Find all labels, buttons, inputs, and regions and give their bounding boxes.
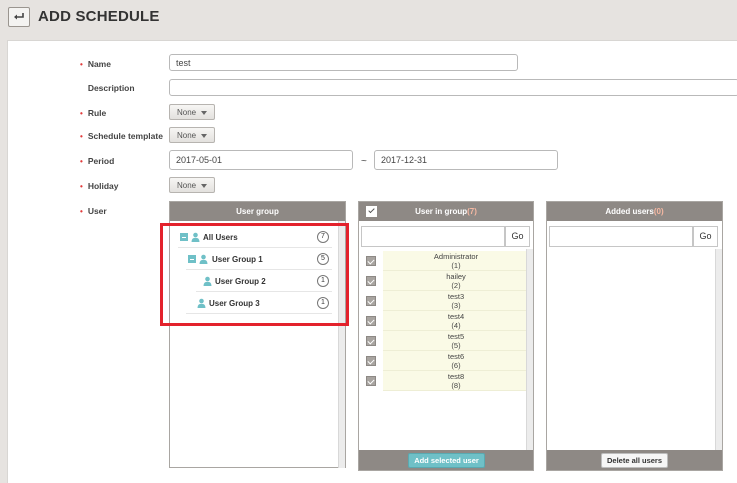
user-checkbox[interactable] xyxy=(366,376,376,386)
schedule-template-label: • Schedule template xyxy=(80,131,163,141)
scrollbar[interactable] xyxy=(715,249,722,451)
added-users-panel: Added users(0) Go Delete all users xyxy=(546,201,723,471)
user-row[interactable]: test3 (3) xyxy=(359,291,529,311)
highlight-box xyxy=(160,223,349,326)
rule-label: • Rule xyxy=(80,108,107,118)
delete-all-users-button[interactable]: Delete all users xyxy=(601,453,668,468)
user-checkbox[interactable] xyxy=(366,316,376,326)
user-id: (2) xyxy=(451,281,461,290)
period-end-input[interactable] xyxy=(374,150,558,170)
chevron-down-icon xyxy=(201,184,207,188)
users-in-group-header: User in group(7) xyxy=(359,202,533,221)
user-cell: test3 (3) xyxy=(383,291,529,311)
user-cell: hailey (2) xyxy=(383,271,529,291)
user-group-header: User group xyxy=(170,202,345,221)
user-name: test4 xyxy=(447,312,465,321)
user-name: Administrator xyxy=(433,252,479,261)
added-users-footer: Delete all users xyxy=(547,450,722,470)
user-id: (3) xyxy=(451,301,461,310)
check-icon xyxy=(368,206,375,214)
user-row[interactable]: Administrator (1) xyxy=(359,251,529,271)
user-id: (5) xyxy=(451,341,461,350)
rule-select[interactable]: None xyxy=(169,104,215,120)
user-id: (6) xyxy=(451,361,461,370)
added-users-count: (0) xyxy=(653,207,664,216)
chevron-down-icon xyxy=(201,111,207,115)
user-cell: Administrator (1) xyxy=(383,251,529,271)
period-label: • Period xyxy=(80,156,115,166)
user-cell: test4 (4) xyxy=(383,311,529,331)
user-cell: test8 (8) xyxy=(383,371,529,391)
chevron-down-icon xyxy=(201,134,207,138)
page-title: ADD SCHEDULE xyxy=(38,8,160,25)
user-id: (1) xyxy=(451,261,461,270)
return-arrow-icon xyxy=(14,13,24,20)
added-users-title: Added users xyxy=(605,207,654,216)
user-cell: test5 (5) xyxy=(383,331,529,351)
users-in-group-title: User in group xyxy=(415,207,468,216)
user-name: test5 xyxy=(447,332,465,341)
user-name: hailey xyxy=(446,272,466,281)
user-name: test3 xyxy=(447,292,465,301)
user-label: • User xyxy=(80,206,107,216)
users-in-group-panel: User in group(7) Go Administrator (1) hail… xyxy=(358,201,534,471)
scrollbar[interactable] xyxy=(526,249,533,451)
added-users-search-input[interactable] xyxy=(549,226,693,247)
user-id: (8) xyxy=(451,381,461,390)
period-start-input[interactable] xyxy=(169,150,353,170)
holiday-label: • Holiday xyxy=(80,181,119,191)
user-id: (4) xyxy=(451,321,461,330)
users-in-group-footer: Add selected user xyxy=(359,450,533,470)
users-in-group-count: (7) xyxy=(467,207,477,216)
description-label: •Description xyxy=(87,83,135,93)
user-checkbox[interactable] xyxy=(366,256,376,266)
user-name: test6 xyxy=(447,352,465,361)
users-in-group-search-input[interactable] xyxy=(361,226,505,247)
user-row[interactable]: hailey (2) xyxy=(359,271,529,291)
added-users-go-button[interactable]: Go xyxy=(693,226,718,247)
user-checkbox[interactable] xyxy=(366,276,376,286)
users-in-group-go-button[interactable]: Go xyxy=(505,226,530,247)
added-users-header: Added users(0) xyxy=(547,202,722,221)
name-label: • Name xyxy=(80,59,111,69)
add-selected-user-button[interactable]: Add selected user xyxy=(408,453,485,468)
select-all-checkbox[interactable] xyxy=(366,206,377,217)
user-name: test8 xyxy=(447,372,465,381)
user-row[interactable]: test6 (6) xyxy=(359,351,529,371)
schedule-template-select[interactable]: None xyxy=(169,127,215,143)
user-cell: test6 (6) xyxy=(383,351,529,371)
period-separator: ~ xyxy=(361,156,367,167)
user-checkbox[interactable] xyxy=(366,356,376,366)
user-row[interactable]: test4 (4) xyxy=(359,311,529,331)
name-input[interactable] xyxy=(169,54,518,71)
page-header: ADD SCHEDULE xyxy=(0,0,737,36)
holiday-select[interactable]: None xyxy=(169,177,215,193)
user-row[interactable]: test5 (5) xyxy=(359,331,529,351)
user-checkbox[interactable] xyxy=(366,296,376,306)
user-row[interactable]: test8 (8) xyxy=(359,371,529,391)
description-input[interactable] xyxy=(169,79,737,96)
back-button[interactable] xyxy=(8,7,30,27)
user-checkbox[interactable] xyxy=(366,336,376,346)
